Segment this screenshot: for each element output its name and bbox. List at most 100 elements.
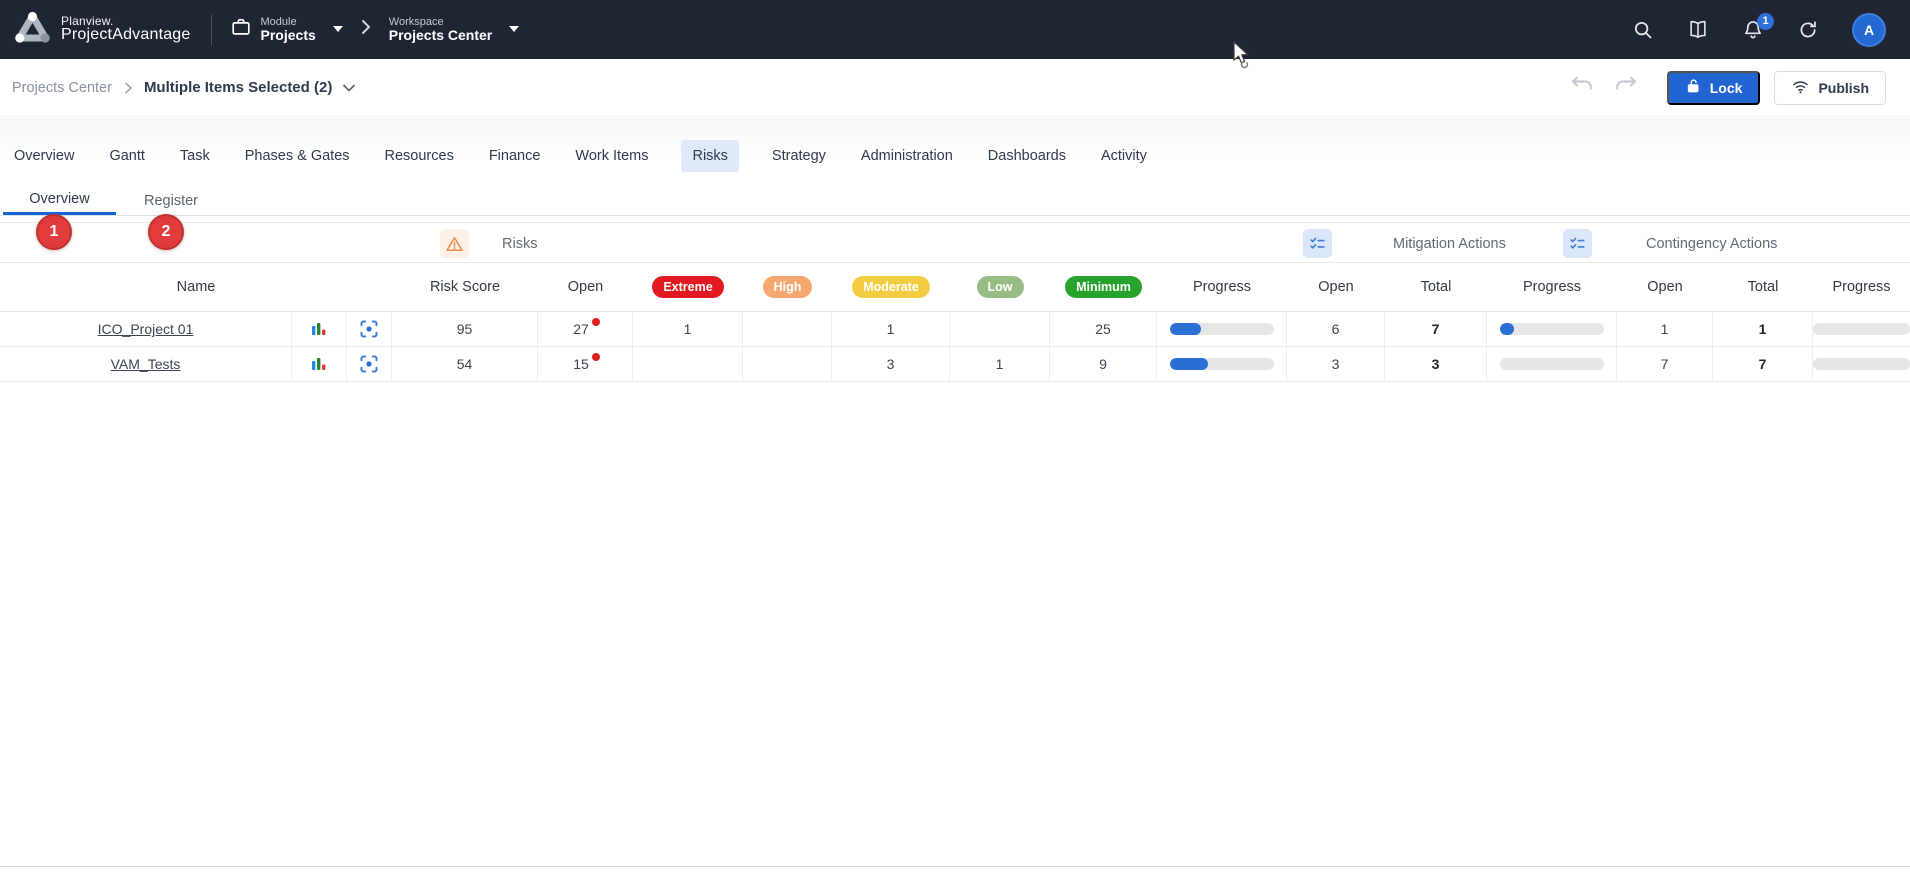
tab-risks[interactable]: Risks [681, 140, 738, 172]
workspace-selector[interactable]: Workspace Projects Center [389, 16, 519, 43]
lock-button[interactable]: Lock [1667, 71, 1761, 105]
progress-bar [1813, 323, 1910, 335]
publish-button[interactable]: Publish [1774, 71, 1886, 105]
breadcrumb-parent-link[interactable]: Projects Center [12, 80, 112, 96]
mitigation-open-cell: 6 [1287, 312, 1385, 346]
subtab-overview[interactable]: Overview [3, 186, 116, 215]
breadcrumb-current: Multiple Items Selected (2) [144, 79, 332, 96]
col-header-mitigation-progress[interactable]: Progress [1487, 279, 1617, 295]
notification-count-badge: 1 [1757, 13, 1774, 30]
moderate-count-cell: 3 [832, 347, 950, 381]
group-label-risks: Risks [502, 223, 537, 264]
focus-target-icon[interactable] [347, 347, 392, 381]
page-bottom-divider [0, 866, 1910, 867]
breadcrumb-toolbar: Projects Center Multiple Items Selected … [0, 59, 1910, 117]
severity-badge-extreme[interactable]: Extreme [652, 276, 723, 298]
risk-score-cell: 54 [392, 347, 538, 381]
table-header-row: Name Risk Score Open Extreme High Modera… [0, 263, 1910, 312]
col-header-contingency-open[interactable]: Open [1617, 279, 1713, 295]
col-header-contingency-progress[interactable]: Progress [1813, 279, 1910, 295]
brand: Planview. ProjectAdvantage [0, 11, 191, 49]
subtab-register[interactable]: Register [116, 186, 226, 215]
tab-finance[interactable]: Finance [487, 140, 543, 172]
chevron-down-icon [509, 26, 519, 32]
col-header-mitigation-total[interactable]: Total [1385, 279, 1487, 295]
progress-bar [1170, 323, 1274, 335]
tab-strategy[interactable]: Strategy [770, 140, 828, 172]
open-risks-cell: 27 [573, 321, 589, 337]
table-row: VAM_Tests 54 15 3 1 9 3 3 7 7 [0, 347, 1910, 382]
col-header-mitigation-open[interactable]: Open [1287, 279, 1385, 295]
workspace-value: Projects Center [389, 28, 492, 43]
column-group-header-row: Risks Mitigation Actions Contingency Act… [0, 222, 1910, 263]
bar-chart-icon[interactable] [292, 347, 347, 381]
notifications-bell-icon[interactable]: 1 [1742, 19, 1764, 41]
subtab-divider [0, 215, 1910, 216]
mitigation-open-cell: 3 [1287, 347, 1385, 381]
risk-progress-cell [1157, 312, 1287, 346]
col-header-risk-progress[interactable]: Progress [1157, 279, 1287, 295]
col-header-risk-score[interactable]: Risk Score [392, 279, 538, 295]
publish-button-label: Publish [1818, 80, 1869, 96]
moderate-count-cell: 1 [832, 312, 950, 346]
group-label-mitigation: Mitigation Actions [1393, 223, 1506, 264]
high-count-cell [743, 312, 832, 346]
focus-target-icon[interactable] [347, 312, 392, 346]
table-row: ICO_Project 01 95 27 1 1 25 6 7 1 1 [0, 312, 1910, 347]
mitigation-progress-cell [1487, 312, 1617, 346]
tab-resources[interactable]: Resources [383, 140, 456, 172]
navbar-divider [211, 15, 212, 45]
breadcrumb-dropdown-icon[interactable] [342, 83, 356, 93]
unlock-icon [1685, 77, 1702, 98]
alert-dot [592, 353, 600, 361]
col-header-name[interactable]: Name [0, 279, 392, 295]
annotation-badge-2: 2 [148, 214, 184, 250]
contingency-progress-cell [1813, 312, 1910, 346]
tab-overview[interactable]: Overview [12, 140, 76, 172]
contingency-open-cell: 1 [1617, 312, 1713, 346]
progress-bar [1813, 358, 1910, 370]
severity-badge-moderate[interactable]: Moderate [852, 276, 930, 298]
top-navbar: Planview. ProjectAdvantage Module Projec… [0, 0, 1910, 59]
tab-work-items[interactable]: Work Items [573, 140, 650, 172]
severity-badge-minimum[interactable]: Minimum [1065, 276, 1142, 298]
progress-bar [1170, 358, 1274, 370]
tab-gantt[interactable]: Gantt [107, 140, 146, 172]
module-selector[interactable]: Module Projects [230, 16, 343, 43]
contingency-checklist-icon [1563, 229, 1592, 258]
redo-icon[interactable] [1613, 74, 1639, 101]
tab-administration[interactable]: Administration [859, 140, 955, 172]
user-avatar[interactable]: A [1852, 13, 1886, 47]
low-count-cell: 1 [950, 347, 1050, 381]
severity-badge-high[interactable]: High [763, 276, 813, 298]
tab-phases-gates[interactable]: Phases & Gates [243, 140, 352, 172]
refresh-icon[interactable] [1797, 19, 1819, 41]
chevron-down-icon [333, 26, 343, 32]
alert-dot [592, 318, 600, 326]
breadcrumb-chevron-icon [122, 81, 134, 95]
module-value: Projects [261, 28, 316, 43]
contingency-total-cell: 1 [1713, 312, 1813, 346]
help-book-icon[interactable] [1687, 19, 1709, 41]
col-header-contingency-total[interactable]: Total [1713, 279, 1813, 295]
risk-warning-icon [440, 229, 469, 258]
planview-logo-icon [14, 11, 51, 49]
tab-activity[interactable]: Activity [1099, 140, 1149, 172]
main-tab-bar: Overview Gantt Task Phases & Gates Resou… [0, 118, 1910, 180]
severity-badge-low[interactable]: Low [977, 276, 1024, 298]
search-icon[interactable] [1632, 19, 1654, 41]
undo-icon[interactable] [1569, 74, 1595, 101]
chevron-right-icon [359, 19, 373, 40]
bar-chart-icon[interactable] [292, 312, 347, 346]
mitigation-total-cell: 3 [1385, 347, 1487, 381]
tab-task[interactable]: Task [178, 140, 212, 172]
project-name-link[interactable]: ICO_Project 01 [98, 321, 194, 337]
mitigation-checklist-icon [1303, 229, 1332, 258]
col-header-open[interactable]: Open [538, 279, 633, 295]
annotation-badge-1: 1 [36, 214, 72, 250]
tab-dashboards[interactable]: Dashboards [986, 140, 1068, 172]
lock-button-label: Lock [1710, 80, 1743, 96]
minimum-count-cell: 25 [1050, 312, 1157, 346]
progress-bar [1500, 323, 1604, 335]
project-name-link[interactable]: VAM_Tests [111, 356, 181, 372]
